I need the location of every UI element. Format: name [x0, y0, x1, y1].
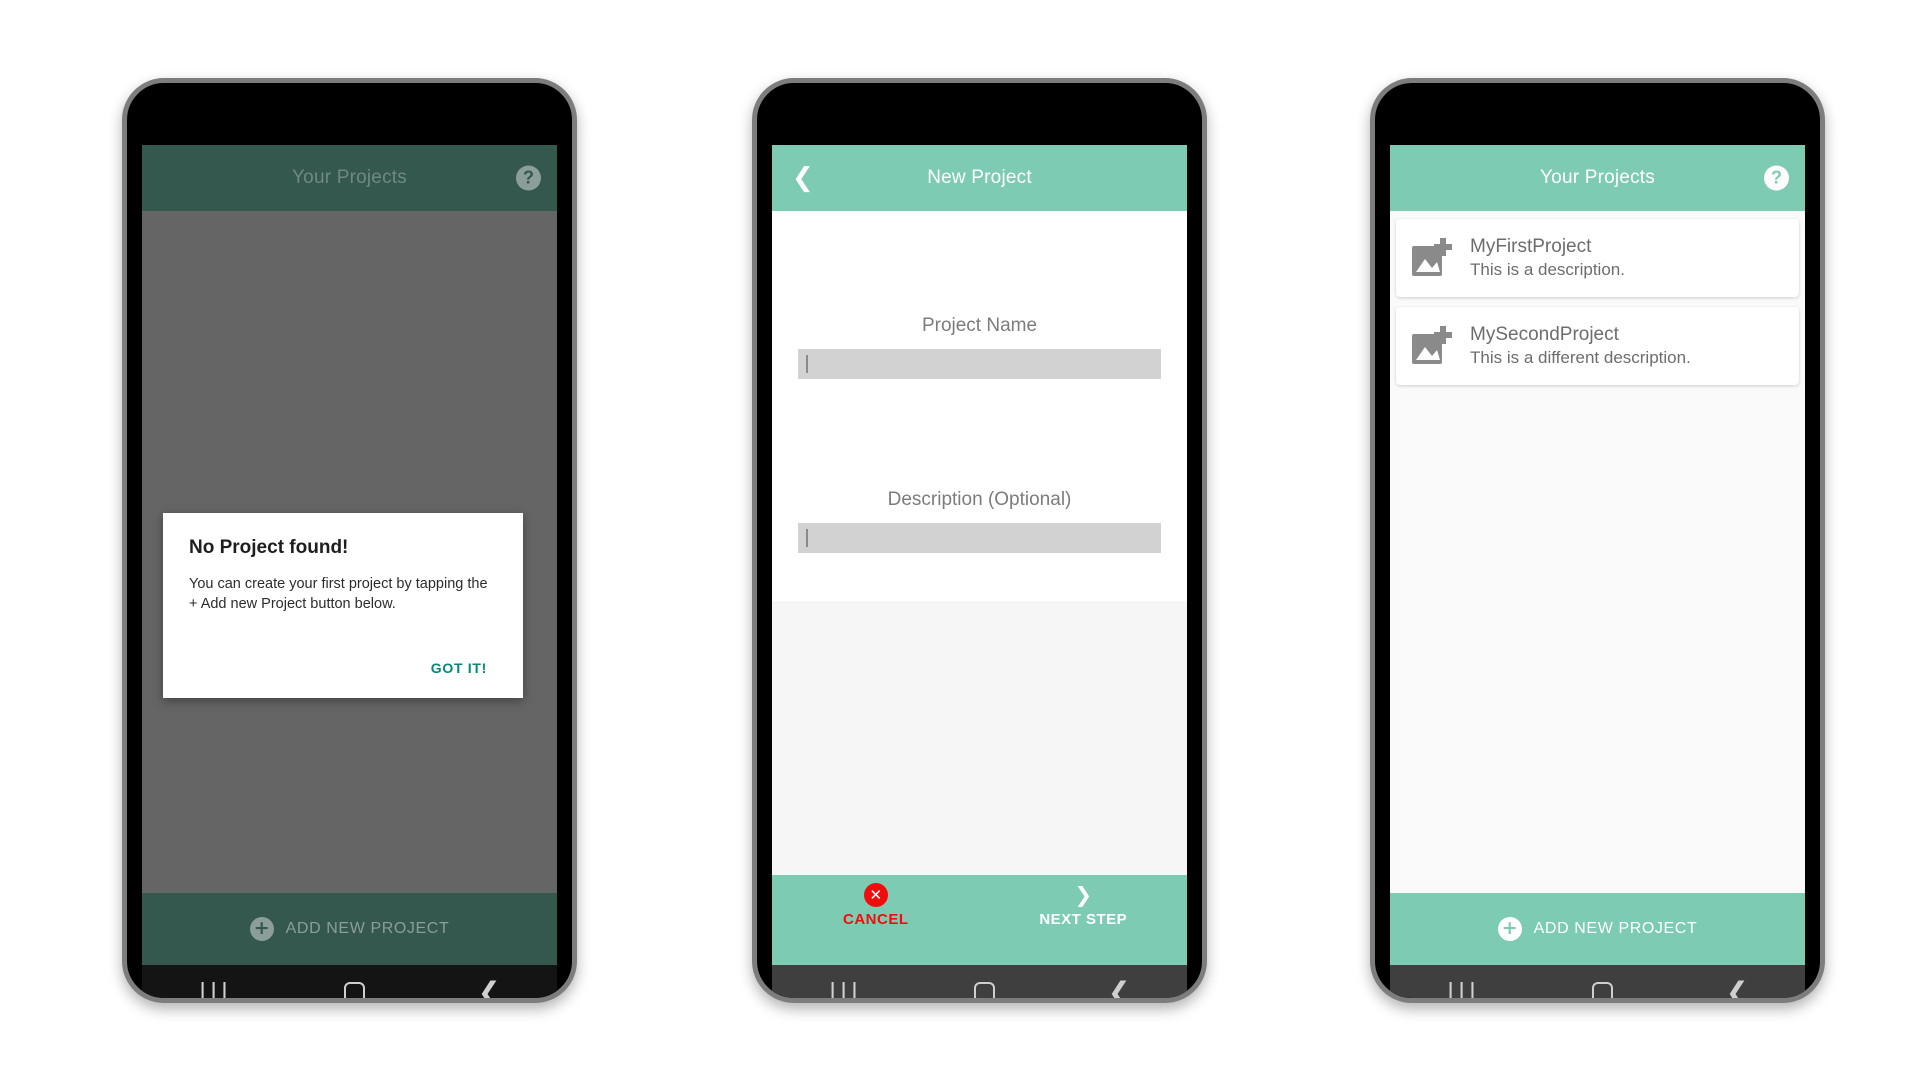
help-circle-icon[interactable]: ? — [516, 165, 541, 191]
appbar-title: Your Projects — [292, 167, 407, 188]
phone-mockup-1: Your Projects ? No Project found! You ca… — [122, 78, 577, 1003]
home-square-icon[interactable] — [974, 981, 996, 998]
recent-apps-icon[interactable]: ||| — [1446, 978, 1479, 999]
appbar-new-project: ❮ New Project — [772, 145, 1187, 211]
form-wrapper: Project Name Description (Optional) — [772, 211, 1187, 875]
project-name-input[interactable] — [798, 349, 1161, 379]
add-new-project-bar[interactable]: + ADD NEW PROJECT — [1390, 893, 1805, 965]
next-step-label: NEXT STEP — [1039, 911, 1128, 928]
help-circle-icon[interactable]: ? — [1764, 165, 1789, 191]
next-step-button[interactable]: ❯ NEXT STEP — [980, 883, 1188, 928]
phone-mockup-2: ❮ New Project Project Name Description (… — [752, 78, 1207, 1003]
appbar-your-projects: Your Projects ? — [1390, 145, 1805, 211]
form-empty-space — [772, 601, 1187, 875]
dialog-body-text: You can create your first project by tap… — [189, 576, 488, 612]
chevron-right-icon: ❯ — [1074, 883, 1093, 907]
android-navbar-3: ||| ❮ — [1390, 965, 1805, 999]
back-chevron-icon[interactable]: ❮ — [1726, 979, 1749, 999]
dialog-scrim-overlay[interactable]: No Project found! You can create your fi… — [142, 211, 557, 893]
projects-list-body: MyFirstProject This is a description. My… — [1390, 211, 1805, 893]
cancel-button[interactable]: ✕ CANCEL — [772, 883, 980, 928]
close-circle-icon: ✕ — [863, 883, 888, 907]
project-title: MySecondProject — [1470, 324, 1619, 346]
description-input[interactable] — [798, 523, 1161, 553]
appbar-title: Your Projects — [1540, 167, 1655, 188]
form-body: Project Name Description (Optional) — [772, 211, 1187, 875]
plus-circle-icon: + — [249, 917, 274, 941]
projects-list: MyFirstProject This is a description. My… — [1390, 211, 1805, 395]
home-square-icon[interactable] — [1592, 981, 1614, 998]
project-title: MyFirstProject — [1470, 236, 1592, 258]
form-fields: Project Name Description (Optional) — [772, 211, 1187, 601]
add-photo-icon — [1410, 236, 1454, 280]
recent-apps-icon[interactable]: ||| — [828, 978, 861, 999]
android-navbar-1: ||| ❮ — [142, 965, 557, 999]
description-field-group: Description (Optional) — [772, 489, 1187, 553]
list-item[interactable]: MyFirstProject This is a description. — [1396, 219, 1799, 297]
screen-projects-list: Your Projects ? MyFirstProject This is a… — [1390, 145, 1805, 965]
project-name-field-group: Project Name — [772, 315, 1187, 379]
cancel-label: CANCEL — [843, 911, 909, 928]
recent-apps-icon[interactable]: ||| — [198, 978, 231, 999]
home-square-icon[interactable] — [344, 981, 366, 998]
description-label: Description (Optional) — [887, 489, 1072, 510]
form-action-bar: ✕ CANCEL ❯ NEXT STEP — [772, 875, 1187, 965]
appbar-your-projects-dimmed: Your Projects ? — [142, 145, 557, 211]
text-caret — [806, 529, 808, 547]
screen-new-project-form: ❮ New Project Project Name Description (… — [772, 145, 1187, 965]
screen-no-project-dialog: Your Projects ? No Project found! You ca… — [142, 145, 557, 965]
back-chevron-icon[interactable]: ❮ — [1108, 979, 1131, 999]
appbar-title: New Project — [927, 167, 1032, 188]
add-new-project-bar-dimmed[interactable]: + ADD NEW PROJECT — [142, 893, 557, 965]
dialog-actions: GOT IT! — [189, 652, 497, 688]
add-photo-icon — [1410, 324, 1454, 368]
dialog-title: No Project found! — [189, 537, 349, 558]
got-it-button[interactable]: GOT IT! — [425, 652, 493, 688]
no-project-dialog: No Project found! You can create your fi… — [163, 513, 523, 699]
list-item[interactable]: MySecondProject This is a different desc… — [1396, 307, 1799, 385]
list-item-text: MySecondProject This is a different desc… — [1470, 324, 1691, 367]
project-description: This is a description. — [1470, 260, 1625, 280]
screenshot-canvas: Your Projects ? No Project found! You ca… — [0, 0, 1920, 1080]
android-navbar-2: ||| ❮ — [772, 965, 1187, 999]
plus-circle-icon: + — [1497, 917, 1522, 941]
phone-mockup-3: Your Projects ? MyFirstProject This is a… — [1370, 78, 1825, 1003]
back-chevron-icon[interactable]: ❮ — [792, 165, 814, 191]
back-chevron-icon[interactable]: ❮ — [478, 979, 501, 999]
text-caret — [806, 355, 808, 373]
project-name-label: Project Name — [921, 315, 1038, 336]
add-new-project-label: ADD NEW PROJECT — [285, 920, 450, 937]
project-description: This is a different description. — [1470, 348, 1691, 368]
list-item-text: MyFirstProject This is a description. — [1470, 236, 1625, 279]
add-new-project-label: ADD NEW PROJECT — [1533, 920, 1698, 937]
